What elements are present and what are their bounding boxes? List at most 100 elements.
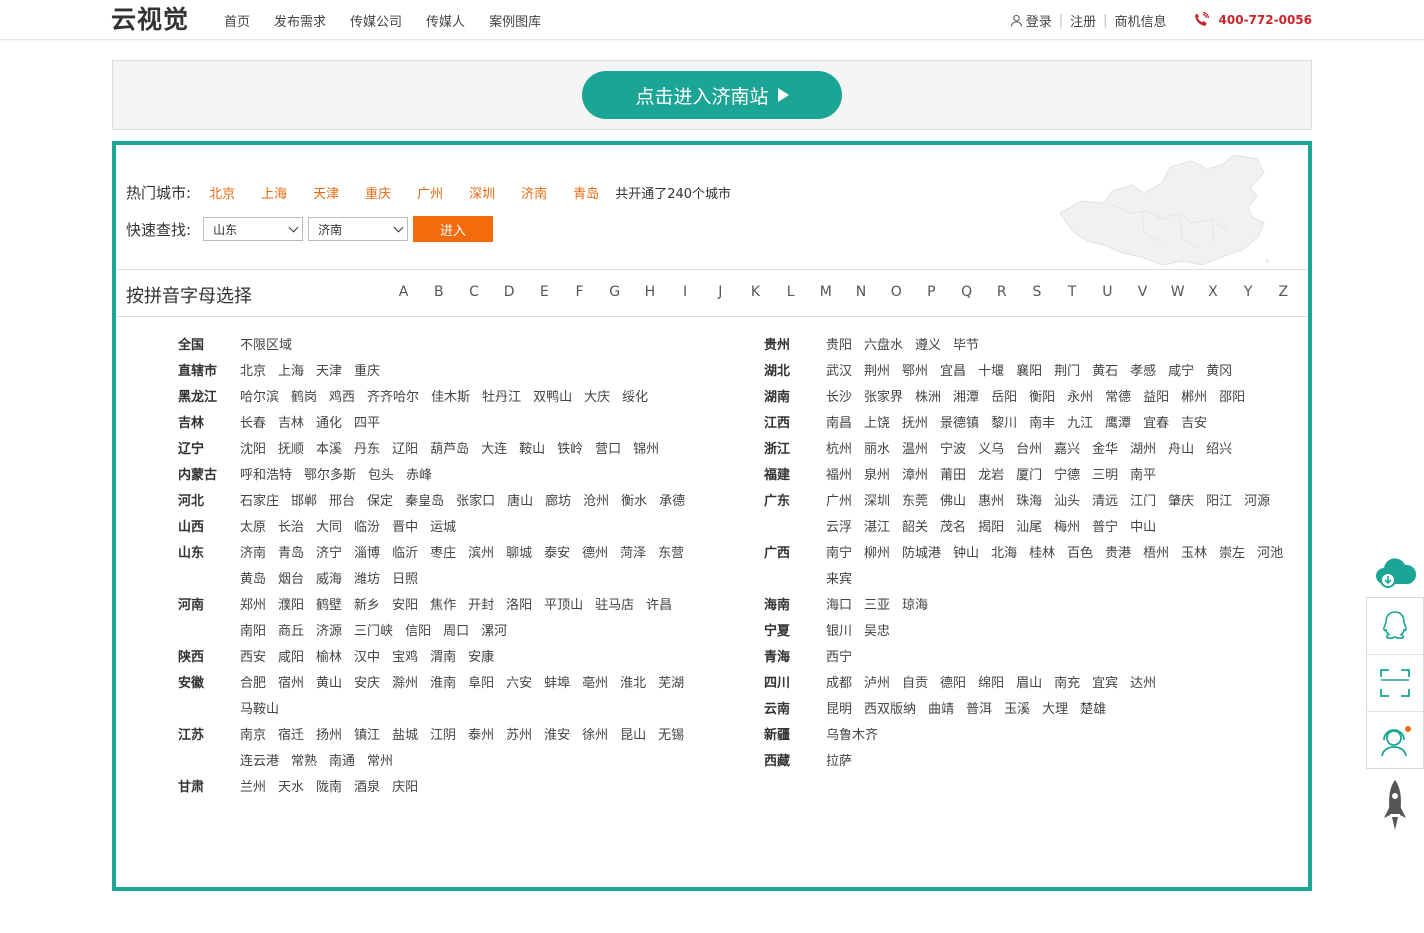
city-link[interactable]: 海口 <box>826 593 852 619</box>
city-link[interactable]: 陇南 <box>316 775 342 801</box>
city-link[interactable]: 河源 <box>1244 489 1270 515</box>
city-link[interactable]: 南充 <box>1054 671 1080 697</box>
province-name[interactable]: 青海 <box>764 645 826 671</box>
city-link[interactable]: 长春 <box>240 411 266 437</box>
city-link[interactable]: 绵阳 <box>978 671 1004 697</box>
city-link[interactable]: 常州 <box>367 749 393 775</box>
city-link[interactable]: 抚州 <box>902 411 928 437</box>
letter-d[interactable]: D <box>492 284 527 300</box>
city-link[interactable]: 张家界 <box>864 385 903 411</box>
city-link[interactable]: 承德 <box>659 489 685 515</box>
hot-city-link[interactable]: 北京 <box>209 183 235 202</box>
city-select[interactable]: 济南 <box>308 217 409 241</box>
city-link[interactable]: 临沂 <box>392 541 418 567</box>
city-link[interactable]: 台州 <box>1016 437 1042 463</box>
letter-h[interactable]: H <box>632 284 667 300</box>
city-link[interactable]: 枣庄 <box>430 541 456 567</box>
city-link[interactable]: 四平 <box>354 411 380 437</box>
city-link[interactable]: 不限区域 <box>240 333 292 359</box>
city-link[interactable]: 太原 <box>240 515 266 541</box>
city-link[interactable]: 佳木斯 <box>431 385 470 411</box>
city-link[interactable]: 威海 <box>316 567 342 593</box>
city-link[interactable]: 湖州 <box>1130 437 1156 463</box>
city-link[interactable]: 牡丹江 <box>482 385 521 411</box>
city-link[interactable]: 温州 <box>902 437 928 463</box>
city-link[interactable]: 济南 <box>240 541 266 567</box>
province-name[interactable]: 山东 <box>178 541 240 593</box>
city-link[interactable]: 开封 <box>468 593 494 619</box>
city-link[interactable]: 柳州 <box>864 541 890 567</box>
business-info-link[interactable]: 商机信息 <box>1115 11 1167 30</box>
city-link[interactable]: 宿州 <box>278 671 304 697</box>
city-link[interactable]: 义乌 <box>978 437 1004 463</box>
site-logo[interactable]: 云视觉 <box>111 5 189 35</box>
city-link[interactable]: 南宁 <box>826 541 852 567</box>
city-link[interactable]: 保定 <box>367 489 393 515</box>
city-link[interactable]: 锦州 <box>633 437 659 463</box>
city-link[interactable]: 金华 <box>1092 437 1118 463</box>
city-link[interactable]: 连云港 <box>240 749 279 775</box>
city-link[interactable]: 眉山 <box>1016 671 1042 697</box>
province-name[interactable]: 海南 <box>764 593 826 619</box>
city-link[interactable]: 榆林 <box>316 645 342 671</box>
city-link[interactable]: 长治 <box>278 515 304 541</box>
city-link[interactable]: 石家庄 <box>240 489 279 515</box>
city-link[interactable]: 青岛 <box>278 541 304 567</box>
city-link[interactable]: 秦皇岛 <box>405 489 444 515</box>
city-link[interactable]: 汕头 <box>1054 489 1080 515</box>
letter-j[interactable]: J <box>703 284 738 300</box>
city-link[interactable]: 梧州 <box>1143 541 1169 567</box>
city-link[interactable]: 南丰 <box>1029 411 1055 437</box>
city-link[interactable]: 黄石 <box>1092 359 1118 385</box>
city-link[interactable]: 宜宾 <box>1092 671 1118 697</box>
city-link[interactable]: 武汉 <box>826 359 852 385</box>
city-link[interactable]: 成都 <box>826 671 852 697</box>
nav-media-people[interactable]: 传媒人 <box>426 11 465 30</box>
city-link[interactable]: 咸阳 <box>278 645 304 671</box>
letter-l[interactable]: L <box>773 284 808 300</box>
city-link[interactable]: 来宾 <box>826 567 852 593</box>
city-link[interactable]: 九江 <box>1067 411 1093 437</box>
province-name[interactable]: 直辖市 <box>178 359 240 385</box>
city-link[interactable]: 大理 <box>1042 697 1068 723</box>
city-link[interactable]: 宿迁 <box>278 723 304 749</box>
city-link[interactable]: 亳州 <box>582 671 608 697</box>
city-link[interactable]: 东莞 <box>902 489 928 515</box>
city-link[interactable]: 防城港 <box>902 541 941 567</box>
city-link[interactable]: 十堰 <box>978 359 1004 385</box>
letter-m[interactable]: M <box>808 284 843 300</box>
province-name[interactable]: 甘肃 <box>178 775 240 801</box>
city-link[interactable]: 惠州 <box>978 489 1004 515</box>
city-link[interactable]: 黎川 <box>991 411 1017 437</box>
nav-home[interactable]: 首页 <box>224 11 250 30</box>
province-name[interactable]: 陕西 <box>178 645 240 671</box>
city-link[interactable]: 孝感 <box>1130 359 1156 385</box>
city-link[interactable]: 南通 <box>329 749 355 775</box>
city-link[interactable]: 北京 <box>240 359 266 385</box>
city-link[interactable]: 宜春 <box>1143 411 1169 437</box>
city-link[interactable]: 晋中 <box>392 515 418 541</box>
nav-media-companies[interactable]: 传媒公司 <box>350 11 402 30</box>
city-link[interactable]: 舟山 <box>1168 437 1194 463</box>
city-link[interactable]: 崇左 <box>1219 541 1245 567</box>
province-name[interactable]: 贵州 <box>764 333 826 359</box>
letter-u[interactable]: U <box>1090 284 1125 300</box>
city-link[interactable]: 泰州 <box>468 723 494 749</box>
hot-city-link[interactable]: 重庆 <box>365 183 391 202</box>
enter-station-button[interactable]: 点击进入济南站 <box>582 71 842 119</box>
city-link[interactable]: 长沙 <box>826 385 852 411</box>
city-link[interactable]: 泰安 <box>544 541 570 567</box>
city-link[interactable]: 衡阳 <box>1029 385 1055 411</box>
city-link[interactable]: 南阳 <box>240 619 266 645</box>
city-link[interactable]: 烟台 <box>278 567 304 593</box>
province-select[interactable]: 山东 <box>203 217 304 241</box>
city-link[interactable]: 淮安 <box>544 723 570 749</box>
city-link[interactable]: 毕节 <box>953 333 979 359</box>
city-link[interactable]: 遵义 <box>915 333 941 359</box>
city-link[interactable]: 黄山 <box>316 671 342 697</box>
province-name[interactable]: 云南 <box>764 697 826 723</box>
letter-c[interactable]: C <box>456 284 491 300</box>
city-link[interactable]: 绍兴 <box>1206 437 1232 463</box>
letter-s[interactable]: S <box>1019 284 1054 300</box>
register-link[interactable]: 注册 <box>1070 11 1096 30</box>
